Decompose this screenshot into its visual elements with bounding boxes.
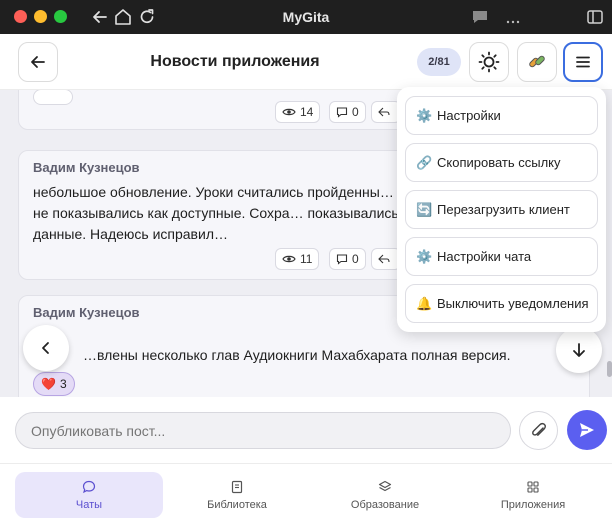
menu-item-copy-link[interactable]: 🔗 Скопировать ссылку xyxy=(405,143,598,182)
views-value: 14 xyxy=(300,105,314,119)
menu-item-label: Настройки xyxy=(437,108,501,123)
post-author[interactable]: Вадим Кузнецов xyxy=(33,160,140,175)
views-count: 11 xyxy=(275,248,320,270)
scroll-down-button[interactable] xyxy=(556,327,602,373)
arrow-left-icon xyxy=(31,56,45,68)
nav-tab-chats[interactable]: Чаты xyxy=(15,472,163,518)
send-button[interactable] xyxy=(567,410,607,450)
reaction-count: 3 xyxy=(59,377,67,391)
more-options-icon[interactable] xyxy=(503,7,523,27)
comments-value: 0 xyxy=(352,252,359,266)
link-button[interactable] xyxy=(517,42,557,82)
nav-label: Библиотека xyxy=(207,498,267,511)
menu-item-settings[interactable]: ⚙️ Настройки xyxy=(405,96,598,135)
views-count: 14 xyxy=(275,101,321,123)
bell-icon: 🔔 xyxy=(416,295,433,311)
nav-label: Образование xyxy=(350,498,420,511)
arrow-down-icon xyxy=(573,343,585,357)
unread-counter-badge: 2/81 xyxy=(417,48,461,76)
reply-icon xyxy=(378,107,390,117)
comments-value: 0 xyxy=(352,105,359,119)
link-icon xyxy=(529,55,545,68)
send-icon xyxy=(580,423,594,437)
sidebar-toggle-icon[interactable] xyxy=(585,7,605,27)
reaction-chip[interactable]: ❤️ 3 xyxy=(33,372,75,396)
header-dropdown-menu: ⚙️ Настройки 🔗 Скопировать ссылку 🔄 Пере… xyxy=(397,87,606,332)
window-titlebar: MyGita xyxy=(0,0,612,34)
nav-tab-education[interactable]: Образование xyxy=(311,472,459,518)
back-button[interactable] xyxy=(18,42,58,82)
page-title: Новости приложения xyxy=(150,53,320,70)
post-text: …влены несколько глав Аудиокниги Махабха… xyxy=(83,347,511,363)
menu-item-chat-settings[interactable]: ⚙️ Настройки чата xyxy=(405,237,598,276)
link-icon: 🔗 xyxy=(416,154,433,170)
post-input[interactable] xyxy=(15,412,511,449)
theme-toggle-button[interactable] xyxy=(469,42,509,82)
page-header: Новости приложения 2/81 xyxy=(0,34,612,90)
eye-icon xyxy=(282,108,296,116)
chat-bubble-icon xyxy=(82,480,96,493)
hamburger-menu-icon xyxy=(576,56,590,68)
nav-tab-apps[interactable]: Приложения xyxy=(459,472,607,518)
paperclip-icon xyxy=(531,422,546,436)
grid-icon xyxy=(527,480,539,493)
menu-item-reload-client[interactable]: 🔄 Перезагрузить клиент xyxy=(405,190,598,229)
comments-count[interactable]: 0 xyxy=(329,101,366,123)
menu-item-mute-notifications[interactable]: 🔔 Выключить уведомления xyxy=(405,284,598,323)
menu-item-label: Настройки чата xyxy=(437,249,532,264)
chevron-left-icon xyxy=(42,342,49,354)
menu-item-label: Скопировать ссылку xyxy=(437,155,561,170)
nav-label: Приложения xyxy=(500,498,566,511)
chat-icon[interactable] xyxy=(470,7,490,27)
nav-tab-library[interactable]: Библиотека xyxy=(163,472,311,518)
book-icon xyxy=(231,480,243,493)
eye-icon xyxy=(282,255,296,263)
menu-item-label: Выключить уведомления xyxy=(437,296,589,311)
gear-icon: ⚙️ xyxy=(416,107,433,123)
layers-icon xyxy=(378,480,392,491)
reply-icon xyxy=(378,254,390,264)
reaction-chip[interactable] xyxy=(33,90,73,105)
reload-icon: 🔄 xyxy=(416,201,433,217)
post-composer xyxy=(0,397,612,463)
gear-icon: ⚙️ xyxy=(416,248,433,264)
menu-item-label: Перезагрузить клиент xyxy=(437,202,570,217)
nav-label: Чаты xyxy=(75,498,103,511)
views-value: 11 xyxy=(300,252,313,266)
heart-icon: ❤️ xyxy=(41,377,56,391)
post-author[interactable]: Вадим Кузнецов xyxy=(33,305,140,320)
comment-icon xyxy=(336,254,348,265)
previous-button[interactable] xyxy=(23,325,69,371)
menu-button[interactable] xyxy=(563,42,603,82)
comment-icon xyxy=(336,107,348,118)
sun-icon xyxy=(478,51,500,73)
feed-scrollbar[interactable] xyxy=(607,361,612,377)
attach-button[interactable] xyxy=(519,411,558,450)
comments-count[interactable]: 0 xyxy=(329,248,366,270)
bottom-navigation: Чаты Библиотека Образование Приложения xyxy=(0,463,612,528)
